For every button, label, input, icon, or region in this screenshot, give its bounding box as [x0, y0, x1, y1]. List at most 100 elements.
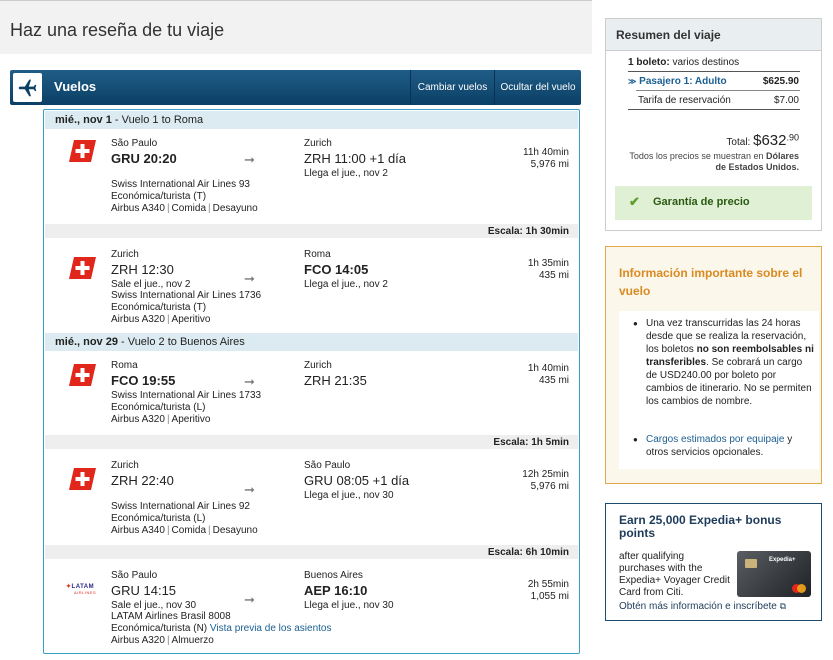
mastercard-icon [792, 584, 806, 593]
promo-text: after qualifying purchases with the Expe… [619, 551, 730, 598]
fee-label: Tarifa de reservación [638, 95, 731, 106]
departure-time: ZRH 22:40 [111, 473, 174, 488]
airline-flight: LATAM Airlines Brasil 8008 [111, 611, 231, 622]
seat-preview-link[interactable]: Vista previa de los asientos [210, 623, 332, 634]
arrow-right-icon: ➞ [244, 374, 255, 389]
refund-policy-text: Una vez transcurridas las 24 horas desde… [646, 318, 814, 407]
baggage-fees-link[interactable]: Cargos estimados por equipaje [646, 434, 784, 445]
departure-city: Zurich [111, 460, 139, 471]
aircraft-info: Airbus A340 | Comida | Desayuno [111, 525, 258, 536]
arrival-note: Llega el jue., nov 30 [304, 600, 394, 611]
currency-note: Todos los precios se muestran en Dólares… [629, 151, 799, 172]
credit-card-image: Expedia+ [737, 551, 811, 597]
arrival-city: São Paulo [304, 460, 351, 471]
swiss-logo-icon [69, 257, 96, 279]
arrow-right-icon: ➞ [244, 482, 255, 497]
duration: 1h 40min 435 mi [527, 363, 569, 386]
aircraft-info: Airbus A320 | Aperitivo [111, 414, 211, 425]
price-guarantee-badge: ✔ Garantía de precio [615, 186, 812, 220]
trip-summary-panel: Resumen del viaje 1 boleto: varios desti… [605, 18, 822, 231]
cabin-class: Económica/turista (T) [111, 191, 207, 202]
duration: 12h 25min 5,976 mi [522, 469, 569, 492]
page-title: Haz una reseña de tu viaje [0, 0, 592, 54]
cabin-class: Económica/turista (L) [111, 513, 206, 524]
divider [628, 71, 800, 72]
duration: 11h 40min 5,976 mi [523, 147, 569, 170]
expedia-promo-panel: Earn 25,000 Expedia+ bonus points after … [605, 503, 822, 621]
baggage-fees-text: Cargos estimados por equipaje y otros se… [646, 434, 793, 458]
arrival-note: Llega el jue., nov 30 [304, 490, 394, 501]
change-flights-button[interactable]: Cambiar vuelos [410, 70, 494, 105]
learn-more-link[interactable]: Obtén más información e inscríbete ⧉ [619, 601, 786, 612]
departure-city: São Paulo [111, 570, 158, 581]
important-info-panel: Información importante sobre el vuelo ● … [605, 246, 822, 484]
airline-flight: Swiss International Air Lines 1736 [111, 290, 262, 301]
duration: 1h 35min 435 mi [527, 258, 569, 281]
departure-note: Sale el jue., nov 30 [111, 600, 197, 611]
chevron-down-icon: ≫ [628, 77, 637, 86]
day-header: mié., nov 1 - Vuelo 1 to Roma [45, 111, 578, 129]
swiss-logo-icon [69, 364, 96, 386]
layover-bar: Escala: 6h 10min [45, 545, 578, 559]
departure-city: Zurich [111, 249, 139, 260]
departure-time: GRU 20:20 [111, 151, 177, 166]
aircraft-info: Airbus A340 | Comida | Desayuno [111, 203, 258, 214]
tickets-info: 1 boleto: varios destinos [628, 57, 740, 68]
card-brand: Expedia+ [769, 557, 796, 563]
cabin-class: Económica/turista (N) Vista previa de lo… [111, 623, 332, 634]
airline-flight: Swiss International Air Lines 1733 [111, 390, 262, 401]
departure-time: GRU 14:15 [111, 583, 177, 598]
arrival-city: Buenos Aires [304, 570, 363, 581]
arrival-city: Zurich [304, 360, 332, 371]
itinerary-panel: mié., nov 1 - Vuelo 1 to Roma São Paulo … [43, 109, 580, 654]
arrow-right-icon: ➞ [244, 592, 255, 607]
bullet-icon: ● [633, 319, 638, 328]
airline-flight: Swiss International Air Lines 93 [111, 179, 250, 190]
plane-icon [13, 73, 42, 102]
arrival-note: Llega el jue., nov 2 [304, 279, 388, 290]
airline-flight: Swiss International Air Lines 92 [111, 501, 250, 512]
departure-city: Roma [111, 360, 138, 371]
flights-title: Vuelos [54, 79, 97, 94]
departure-time: FCO 19:55 [111, 373, 176, 388]
chip-icon [745, 559, 757, 568]
info-title: Información importante sobre el vuelo [619, 266, 803, 298]
arrival-time: ZRH 21:35 [304, 373, 367, 388]
total-price: Total: $632.90 [726, 132, 799, 149]
arrow-right-icon: ➞ [244, 152, 255, 167]
day-header: mié., nov 29 - Vuelo 2 to Buenos Aires [45, 333, 578, 351]
hide-flight-button[interactable]: Ocultar del vuelo [494, 70, 581, 105]
passenger-price: $625.90 [762, 76, 799, 87]
departure-time: ZRH 12:30 [111, 262, 174, 277]
layover-bar: Escala: 1h 5min [45, 435, 578, 449]
swiss-logo-icon [69, 140, 96, 162]
flights-header-bar: Vuelos Cambiar vuelos Ocultar del vuelo [10, 70, 581, 105]
aircraft-info: Airbus A320 | Almuerzo [111, 635, 214, 646]
duration: 2h 55min 1,055 mi [527, 579, 569, 602]
departure-city: São Paulo [111, 138, 158, 149]
swiss-logo-icon [69, 468, 96, 490]
arrival-city: Zurich [304, 138, 332, 149]
layover-bar: Escala: 1h 30min [45, 224, 578, 238]
checkmark-icon: ✔ [629, 194, 640, 209]
info-body: ● Una vez transcurridas las 24 horas des… [619, 311, 819, 469]
arrival-city: Roma [304, 249, 331, 260]
aircraft-info: Airbus A320 | Aperitivo [111, 314, 211, 325]
cabin-class: Económica/turista (T) [111, 302, 207, 313]
cabin-class: Económica/turista (L) [111, 402, 206, 413]
promo-title: Earn 25,000 Expedia+ bonus points [619, 513, 782, 540]
divider [628, 109, 800, 110]
external-link-icon: ⧉ [779, 601, 787, 611]
passenger-toggle[interactable]: ≫ Pasajero 1: Adulto [628, 76, 727, 87]
latam-logo-icon: ✦LATAM AIRLINES [66, 584, 97, 595]
divider [636, 90, 800, 91]
departure-note: Sale el jue., nov 2 [111, 279, 191, 290]
arrival-time: GRU 08:05 +1 día [304, 473, 410, 488]
bullet-icon: ● [633, 435, 638, 444]
arrival-time: AEP 16:10 [304, 583, 368, 598]
arrow-right-icon: ➞ [244, 271, 255, 286]
summary-title: Resumen del viaje [606, 19, 821, 51]
arrival-time: FCO 14:05 [304, 262, 369, 277]
arrival-time: ZRH 11:00 +1 día [304, 151, 407, 166]
fee-price: $7.00 [773, 95, 799, 106]
